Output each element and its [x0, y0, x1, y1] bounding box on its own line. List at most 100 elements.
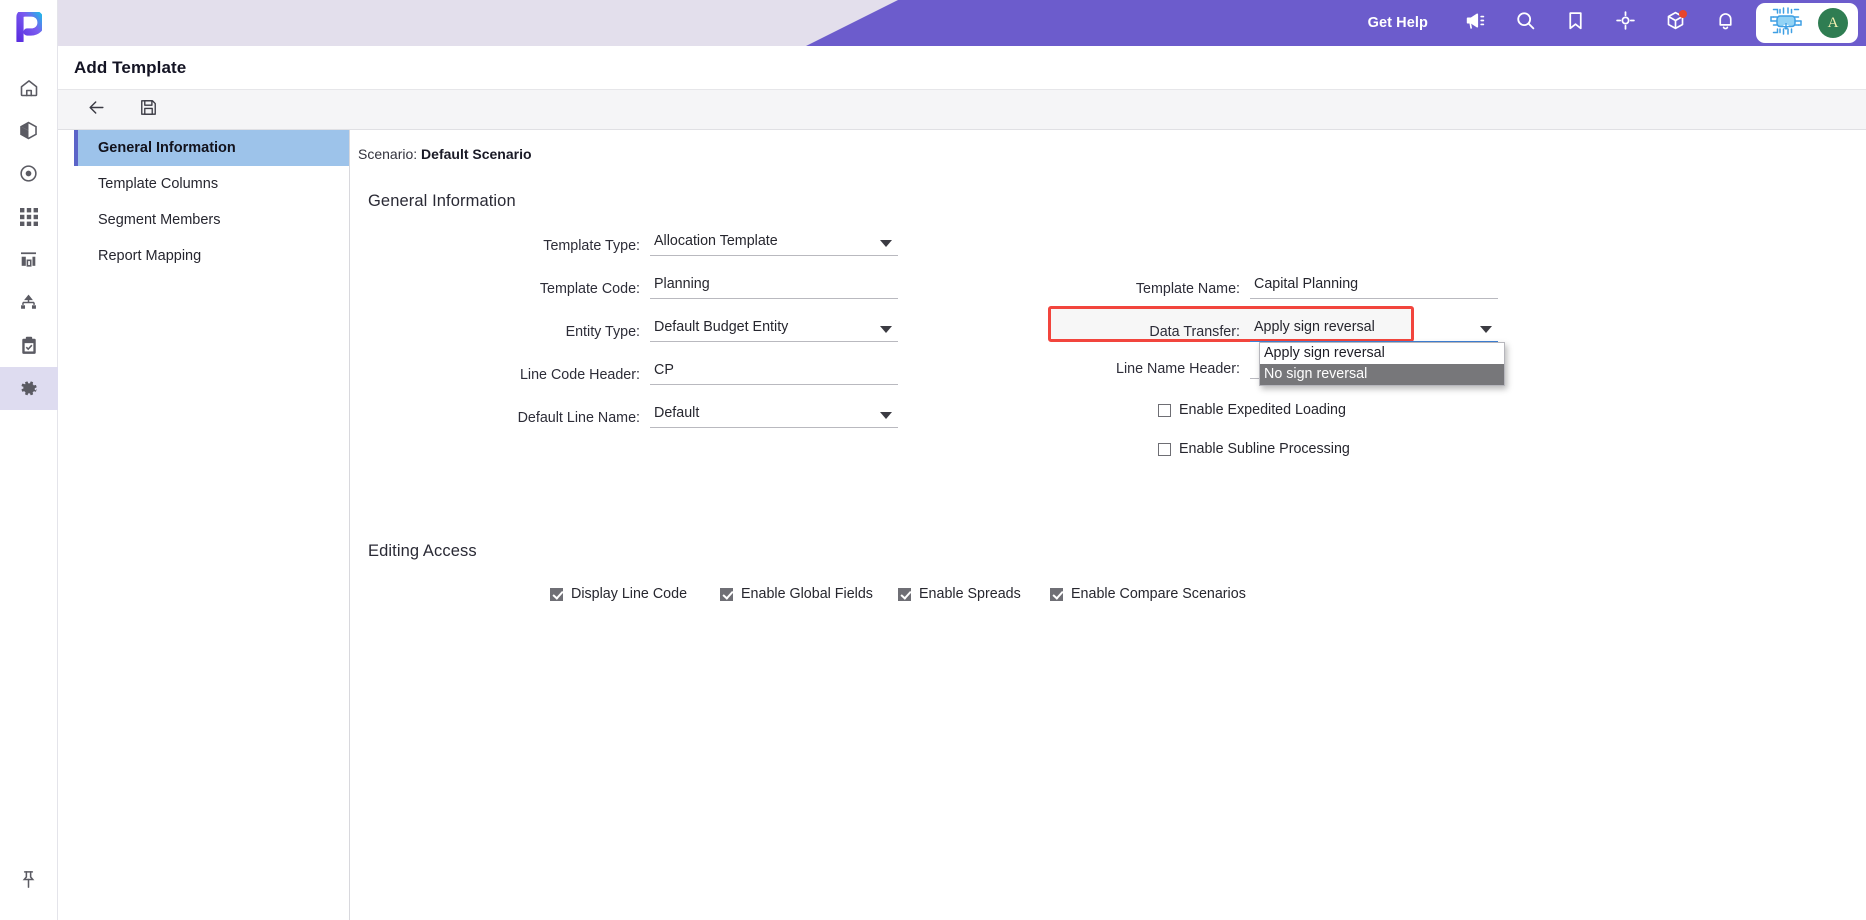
field-value: Capital Planning: [1254, 276, 1359, 292]
floppy-disk-icon: [139, 98, 158, 122]
home-icon: [19, 78, 39, 98]
get-help-button[interactable]: Get Help: [1346, 15, 1450, 31]
rail-item-grid[interactable]: [0, 195, 58, 238]
packages-button[interactable]: [1650, 0, 1700, 46]
ai-assistant-panel: A: [1756, 3, 1858, 43]
rail-item-hierarchy[interactable]: [0, 281, 58, 324]
rail-item-home[interactable]: [0, 66, 58, 109]
dropdown-option-apply-sign-reversal[interactable]: Apply sign reversal: [1260, 343, 1504, 364]
left-icon-rail: [0, 0, 58, 920]
pushpin-icon: [20, 870, 37, 894]
form-pane: Scenario: Default Scenario General Infor…: [350, 130, 1866, 920]
field-row-template-code: Template Code: Planning: [450, 273, 898, 299]
field-label: Line Name Header:: [1116, 361, 1240, 377]
action-toolbar: [58, 90, 1866, 130]
field-value: Default Budget Entity: [654, 319, 789, 335]
chevron-down-icon: [1480, 326, 1492, 333]
scenario-label: Scenario:: [358, 146, 418, 162]
chevron-down-icon: [880, 326, 892, 333]
nav-item-label: Segment Members: [98, 212, 221, 228]
default-line-name-select[interactable]: Default: [650, 402, 898, 428]
search-icon: [1515, 10, 1536, 36]
template-code-input[interactable]: Planning: [650, 273, 898, 299]
enable-spreads-checkbox[interactable]: [898, 587, 911, 601]
checkbox-row-enable-subline-processing[interactable]: Enable Subline Processing: [1158, 441, 1350, 457]
nav-item-segment-members[interactable]: Segment Members: [74, 202, 349, 238]
bookmarks-button[interactable]: [1550, 0, 1600, 46]
back-button[interactable]: [78, 94, 114, 126]
navigate-button[interactable]: [1600, 0, 1650, 46]
nav-item-label: Template Columns: [98, 176, 219, 192]
nav-item-template-columns[interactable]: Template Columns: [74, 166, 349, 202]
field-row-template-type: Template Type: Allocation Template: [450, 230, 898, 256]
enable-compare-scenarios-checkbox[interactable]: [1050, 587, 1063, 601]
notifications-button[interactable]: [1700, 0, 1750, 46]
field-value: Apply sign reversal: [1254, 319, 1375, 335]
nav-item-label: General Information: [98, 140, 236, 156]
checkbox-row-enable-expedited-loading[interactable]: Enable Expedited Loading: [1158, 402, 1346, 418]
section-title-editing-access: Editing Access: [368, 542, 477, 560]
nav-item-label: Report Mapping: [98, 248, 202, 264]
enable-subline-processing-checkbox[interactable]: [1158, 442, 1171, 456]
field-label: Template Name:: [1135, 281, 1240, 297]
user-avatar[interactable]: A: [1818, 8, 1848, 38]
data-transfer-select[interactable]: Apply sign reversal: [1250, 316, 1498, 342]
checkbox-label: Enable Global Fields: [741, 586, 873, 602]
content-area: General Information Template Columns Seg…: [58, 130, 1866, 920]
template-name-input[interactable]: Capital Planning: [1250, 273, 1498, 299]
field-label: Template Type:: [543, 238, 640, 254]
packages-badge: [1679, 10, 1687, 18]
field-value: Allocation Template: [654, 233, 778, 249]
checkbox-row-enable-compare-scenarios[interactable]: Enable Compare Scenarios: [1050, 586, 1246, 602]
entity-type-select[interactable]: Default Budget Entity: [650, 316, 898, 342]
field-row-line-code-header: Line Code Header: CP: [450, 359, 898, 385]
field-row-entity-type: Entity Type: Default Budget Entity: [450, 316, 898, 342]
checkbox-label: Enable Spreads: [919, 586, 1021, 602]
wizard-step-nav: General Information Template Columns Seg…: [74, 130, 350, 920]
field-label: Default Line Name:: [517, 410, 640, 426]
rail-item-reports[interactable]: [0, 238, 58, 281]
search-button[interactable]: [1500, 0, 1550, 46]
bookmark-icon: [1565, 10, 1586, 36]
pin-sidebar-button[interactable]: [0, 858, 58, 906]
field-label: Entity Type:: [565, 324, 640, 340]
rail-item-tasks[interactable]: [0, 324, 58, 367]
checkbox-row-enable-spreads[interactable]: Enable Spreads: [898, 586, 1021, 602]
field-row-template-name: Template Name: Capital Planning: [1050, 273, 1498, 299]
field-label: Data Transfer:: [1149, 324, 1240, 340]
ai-assistant-button[interactable]: [1766, 6, 1806, 40]
announcements-button[interactable]: [1450, 0, 1500, 46]
arrow-left-icon: [87, 98, 106, 122]
save-button[interactable]: [130, 94, 166, 126]
rail-item-configuration[interactable]: [0, 367, 58, 410]
rail-items: [0, 66, 58, 410]
section-title-general-information: General Information: [368, 192, 516, 210]
display-line-code-checkbox[interactable]: [550, 587, 563, 601]
nav-item-report-mapping[interactable]: Report Mapping: [74, 238, 349, 274]
checkbox-row-display-line-code[interactable]: Display Line Code: [550, 586, 687, 602]
app-logo[interactable]: [0, 4, 58, 50]
template-type-select[interactable]: Allocation Template: [650, 230, 898, 256]
checkbox-label: Enable Compare Scenarios: [1071, 586, 1246, 602]
line-code-header-input[interactable]: CP: [650, 359, 898, 385]
checkbox-row-enable-global-fields[interactable]: Enable Global Fields: [720, 586, 873, 602]
field-row-default-line-name: Default Line Name: Default: [450, 402, 898, 428]
chevron-down-icon: [880, 240, 892, 247]
grid-icon: [19, 207, 38, 226]
gear-icon: [19, 379, 39, 399]
field-label: Template Code:: [539, 281, 640, 297]
megaphone-icon: [1465, 10, 1486, 36]
enable-global-fields-checkbox[interactable]: [720, 587, 733, 601]
field-value: Planning: [654, 276, 710, 292]
cube-icon: [19, 121, 38, 140]
bell-icon: [1715, 10, 1736, 36]
rail-item-target[interactable]: [0, 152, 58, 195]
nav-item-general-information[interactable]: General Information: [74, 130, 349, 166]
clipboard-check-icon: [20, 336, 38, 355]
data-transfer-dropdown-list[interactable]: Apply sign reversal No sign reversal: [1259, 342, 1505, 386]
enable-expedited-loading-checkbox[interactable]: [1158, 403, 1171, 417]
dropdown-option-no-sign-reversal[interactable]: No sign reversal: [1260, 364, 1504, 385]
ai-chip-icon: [1769, 6, 1803, 40]
checkbox-label: Display Line Code: [571, 586, 688, 602]
rail-item-modeling[interactable]: [0, 109, 58, 152]
